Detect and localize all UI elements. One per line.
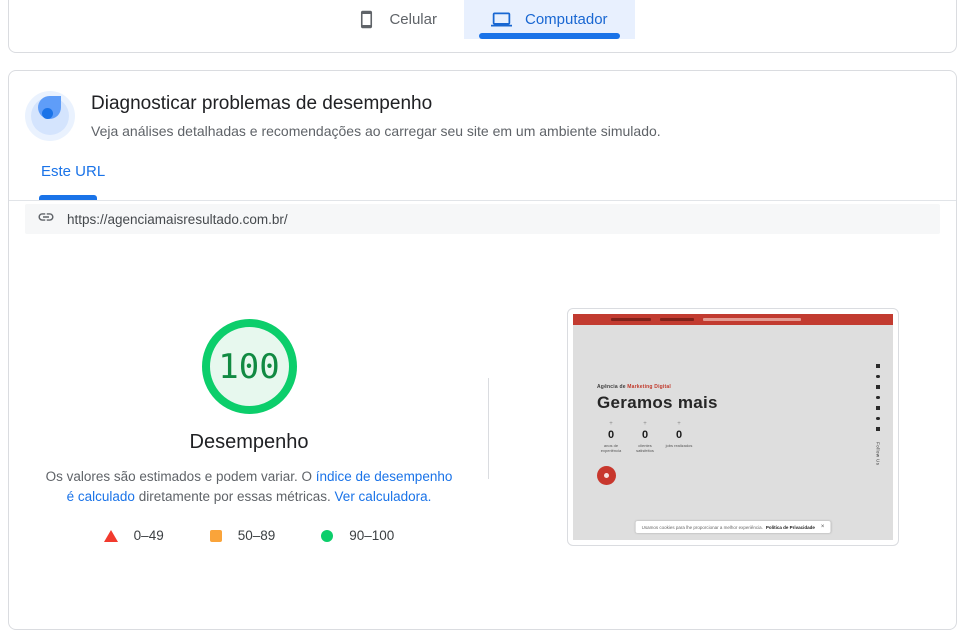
smartphone-icon — [357, 10, 376, 29]
score-gauge[interactable]: 100 — [202, 319, 297, 414]
counter-value: 0 — [608, 429, 614, 441]
score-value: 100 — [218, 347, 279, 387]
score-disclaimer: Os valores são estimados e podem variar.… — [43, 467, 455, 507]
page-subtitle: Veja análises detalhadas e recomendações… — [91, 123, 661, 139]
site-topbar — [573, 314, 893, 325]
topbar-text-placeholder — [660, 318, 694, 322]
site-screenshot-thumbnail: Agência de Marketing Digital Geramos mai… — [567, 308, 899, 546]
legend-item-pass: 90–100 — [321, 528, 394, 543]
topbar-text-placeholder — [611, 318, 651, 322]
active-tab-indicator — [479, 33, 620, 39]
brand-prefix: Agência de — [597, 384, 627, 390]
counter-clients: + 0 clientes satisfeitos — [631, 421, 659, 453]
vertical-divider — [488, 378, 489, 479]
social-icon — [876, 396, 880, 400]
social-icon — [876, 364, 880, 368]
brand-highlight: Marketing Digital — [627, 384, 671, 390]
pagespeed-logo-icon — [25, 91, 75, 141]
site-social-column: Follow Us — [873, 364, 883, 465]
device-tabs-card: Celular Computador — [8, 0, 957, 53]
score-legend: 0–49 50–89 90–100 — [104, 528, 395, 543]
plus-icon: + — [609, 421, 613, 429]
analyzed-url-row[interactable]: https://agenciamaisresultado.com.br/ — [25, 204, 940, 234]
counter-years: + 0 anos de experiência — [597, 421, 625, 453]
counter-label: jobs realizados — [666, 443, 693, 448]
performance-score-block: 100 Desempenho Os valores são estimados … — [9, 311, 489, 543]
legend-range-fail: 0–49 — [134, 528, 164, 543]
score-label: Desempenho — [190, 431, 309, 454]
green-circle-icon — [321, 530, 333, 542]
device-tabs-row: Celular Computador — [9, 0, 956, 39]
cookie-text: Usamos cookies para lhe proporcionar a m… — [642, 525, 763, 530]
analyzed-url: https://agenciamaisresultado.com.br/ — [67, 212, 288, 227]
social-icon — [876, 417, 880, 421]
orange-square-icon — [210, 530, 222, 542]
topbar-text-placeholder — [703, 318, 801, 322]
see-calculator-link[interactable]: Ver calculadora. — [335, 489, 432, 504]
legend-item-fail: 0–49 — [104, 528, 164, 543]
site-headline: Geramos mais — [597, 393, 718, 413]
disclaimer-text-2: diretamente por essas métricas. — [135, 489, 335, 504]
follow-us-label: Follow Us — [876, 442, 881, 465]
counter-value: 0 — [676, 429, 682, 441]
counter-label: anos de experiência — [597, 443, 625, 453]
desktop-icon — [491, 9, 512, 30]
legend-item-average: 50–89 — [210, 528, 276, 543]
privacy-policy-link: Política de Privacidade — [766, 525, 815, 530]
diagnose-card: Diagnosticar problemas de desempenho Vej… — [8, 70, 957, 630]
legend-range-average: 50–89 — [238, 528, 276, 543]
close-icon: × — [821, 524, 825, 530]
site-counters: + 0 anos de experiência + 0 clientes sat… — [597, 421, 718, 453]
tab-mobile[interactable]: Celular — [330, 0, 464, 39]
tab-este-url[interactable]: Este URL — [41, 163, 105, 180]
tab-desktop[interactable]: Computador — [464, 0, 635, 39]
disclaimer-text-1: Os valores são estimados e podem variar.… — [46, 469, 316, 484]
tabs-separator — [9, 200, 956, 201]
red-triangle-icon — [104, 530, 118, 542]
counter-value: 0 — [642, 429, 648, 441]
social-icon — [876, 427, 880, 431]
counter-jobs: + 0 jobs realizados — [665, 421, 693, 453]
legend-range-pass: 90–100 — [349, 528, 394, 543]
tab-desktop-label: Computador — [525, 11, 608, 28]
plus-icon: + — [643, 421, 647, 429]
counter-label: clientes satisfeitos — [631, 443, 659, 453]
site-hero: Agência de Marketing Digital Geramos mai… — [597, 384, 718, 453]
site-brand-line: Agência de Marketing Digital — [597, 384, 718, 390]
site-cta-button — [597, 466, 616, 485]
cta-dot-icon — [604, 473, 609, 478]
social-icon — [876, 385, 880, 389]
link-icon — [37, 208, 55, 231]
tab-mobile-label: Celular — [389, 11, 437, 28]
site-cookie-bar: Usamos cookies para lhe proporcionar a m… — [636, 521, 831, 533]
social-icon — [876, 375, 880, 379]
site-screenshot: Agência de Marketing Digital Geramos mai… — [573, 314, 893, 540]
diagnose-header: Diagnosticar problemas de desempenho Vej… — [25, 91, 661, 141]
social-icon — [876, 406, 880, 410]
plus-icon: + — [677, 421, 681, 429]
page-title: Diagnosticar problemas de desempenho — [91, 93, 661, 115]
